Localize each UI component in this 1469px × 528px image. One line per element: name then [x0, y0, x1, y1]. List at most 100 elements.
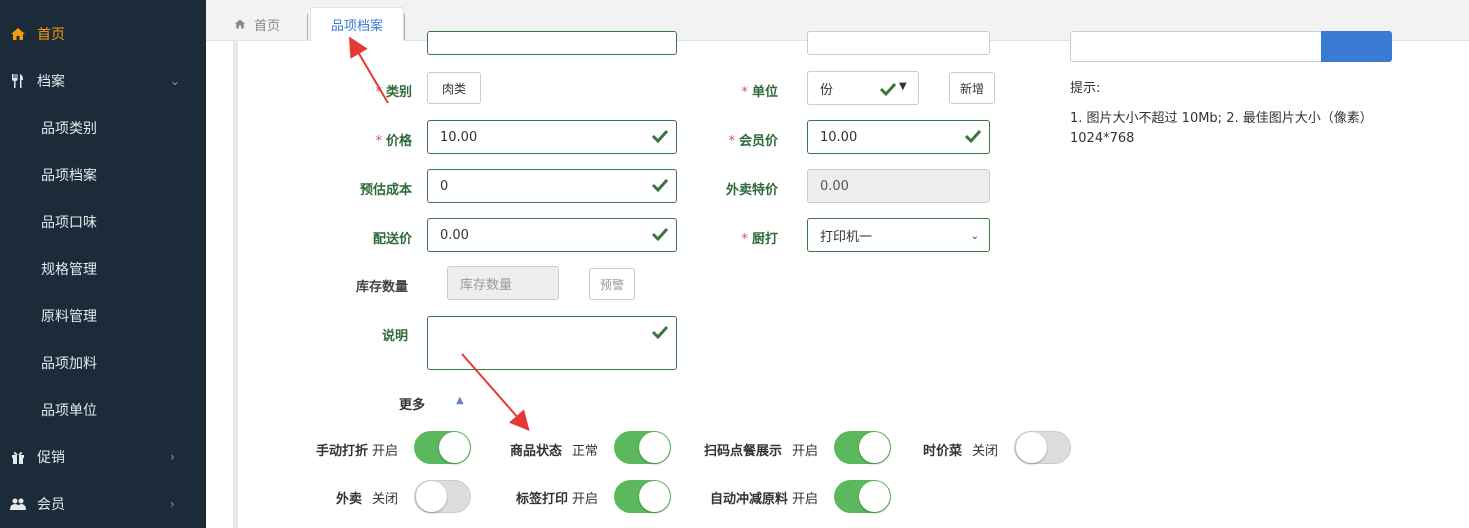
sidebar-item-label: 品项单位 [41, 402, 97, 419]
tab-home[interactable]: 首页 [234, 7, 280, 41]
toggle-state: 正常 [572, 444, 599, 459]
takeout-price-label: 外卖特价 [725, 183, 778, 198]
toggle-label: 手动打折 [315, 444, 368, 459]
auto-deduct-material-toggle[interactable] [834, 480, 891, 513]
delivery-price-input[interactable]: 0.00 [427, 218, 677, 252]
sidebar-item-item-archive[interactable]: 品项档案 [0, 151, 206, 198]
sidebar-item-label: 会员 [37, 496, 65, 513]
sidebar-item-spec[interactable]: 规格管理 [0, 245, 206, 292]
add-unit-button[interactable]: 新增 [949, 72, 995, 104]
gift-icon [12, 451, 24, 464]
sidebar-item-label: 规格管理 [41, 261, 97, 278]
price-input[interactable]: 10.00 [427, 120, 677, 154]
chevron-down-icon: ⌄ [970, 231, 979, 242]
toggle-state: 开启 [572, 492, 599, 507]
warn-button-label: 预警 [599, 277, 624, 292]
unit-select[interactable]: 份 ▼ [807, 71, 919, 105]
sidebar: 首页 档案 ⌄ 品项类别 品项档案 品项口味 规格管理 原料管理 品项加料 品项… [0, 0, 206, 528]
check-icon [652, 129, 668, 143]
sidebar-item-archive[interactable]: 档案 ⌄ [0, 57, 206, 104]
toggle-knob [1016, 432, 1047, 463]
takeout-price-input[interactable]: 0.00 [807, 169, 990, 203]
sidebar-item-label: 品项类别 [41, 120, 97, 137]
toggle-knob [439, 432, 470, 463]
takeout-toggle[interactable] [414, 480, 471, 513]
sidebar-item-unit[interactable]: 品项单位 [0, 386, 206, 433]
kitchen-print-label: * 厨打 [741, 232, 778, 247]
category-label: * 类别 [375, 85, 412, 100]
manual-discount-toggle[interactable] [414, 431, 471, 464]
tab-label: 首页 [254, 18, 281, 34]
tab-label: 品项档案 [330, 19, 383, 34]
toggle-label: 商品状态 [509, 444, 562, 459]
more-toggle[interactable]: 更多 [399, 394, 425, 413]
stock-placeholder: 库存数量 [460, 277, 513, 293]
member-price-input[interactable]: 10.00 [807, 120, 990, 154]
upload-button[interactable] [1321, 31, 1392, 62]
category-button[interactable]: 肉类 [427, 72, 481, 104]
check-icon [965, 129, 981, 143]
code-input-partial[interactable] [807, 31, 990, 55]
toggle-state: 开启 [792, 444, 819, 459]
scan-order-display-toggle[interactable] [834, 431, 891, 464]
toggle-knob [639, 481, 670, 512]
check-icon [652, 178, 668, 192]
check-icon [880, 82, 896, 96]
market-price-toggle[interactable] [1014, 431, 1071, 464]
toggle-state: 关闭 [972, 444, 999, 459]
sidebar-item-item-category[interactable]: 品项类别 [0, 104, 206, 151]
cost-input[interactable]: 0 [427, 169, 677, 203]
chevron-right-icon: › [170, 449, 175, 464]
tip-title: 提示: [1070, 81, 1101, 96]
label-print-toggle[interactable] [614, 480, 671, 513]
kitchen-printer-value: 打印机一 [820, 229, 873, 245]
kitchen-printer-select[interactable]: 打印机一 ⌄ [807, 218, 990, 252]
description-textarea[interactable] [427, 316, 677, 370]
delivery-price-label: 配送价 [372, 232, 412, 247]
toggle-knob [416, 481, 447, 512]
unit-value: 份 [820, 82, 834, 98]
name-input-partial[interactable] [427, 31, 677, 55]
sidebar-item-label: 品项加料 [41, 355, 97, 372]
cost-value: 0 [440, 178, 449, 194]
sidebar-item-member[interactable]: 会员 › [0, 480, 206, 527]
toggle-label: 标签打印 [515, 492, 568, 507]
sidebar-item-home[interactable]: 首页 [0, 10, 206, 57]
sidebar-item-material[interactable]: 原料管理 [0, 292, 206, 339]
category-value: 肉类 [441, 81, 466, 96]
member-price-label: * 会员价 [728, 134, 778, 149]
sidebar-item-item-flavor[interactable]: 品项口味 [0, 198, 206, 245]
toggle-state: 开启 [372, 444, 399, 459]
tip-line-2: 1024*768 [1070, 131, 1135, 146]
image-path-input[interactable] [1070, 31, 1322, 62]
warn-button[interactable]: 预警 [589, 268, 635, 300]
chevron-right-icon: › [170, 496, 175, 511]
sidebar-item-addon[interactable]: 品项加料 [0, 339, 206, 386]
check-icon [652, 227, 668, 241]
sidebar-item-label: 首页 [37, 26, 65, 43]
toggle-state: 开启 [792, 492, 819, 507]
tip-line-1: 1. 图片大小不超过 10Mb; 2. 最佳图片大小（像素） [1070, 111, 1373, 126]
caret-down-icon: ▼ [899, 81, 907, 92]
cost-label: 预估成本 [359, 183, 412, 198]
toggle-knob [859, 481, 890, 512]
takeout-price-value: 0.00 [820, 178, 849, 194]
toggle-knob [639, 432, 670, 463]
sidebar-item-label: 原料管理 [41, 308, 97, 325]
tab-item-archive[interactable]: 品项档案 [310, 7, 404, 41]
home-icon [234, 19, 246, 29]
toggle-knob [859, 432, 890, 463]
stock-input[interactable]: 库存数量 [447, 266, 559, 300]
more-label: 更多 [399, 398, 426, 413]
panel-border [233, 41, 238, 528]
product-status-toggle[interactable] [614, 431, 671, 464]
caret-up-icon[interactable]: ▲ [456, 395, 464, 406]
sidebar-item-promotion[interactable]: 促销 › [0, 433, 206, 480]
add-unit-label: 新增 [959, 81, 984, 96]
price-label: * 价格 [375, 134, 412, 149]
price-value: 10.00 [440, 129, 478, 145]
sidebar-item-label: 品项口味 [41, 214, 97, 231]
tab-divider [404, 14, 405, 40]
chevron-down-icon: ⌄ [170, 73, 181, 88]
delivery-price-value: 0.00 [440, 227, 469, 243]
